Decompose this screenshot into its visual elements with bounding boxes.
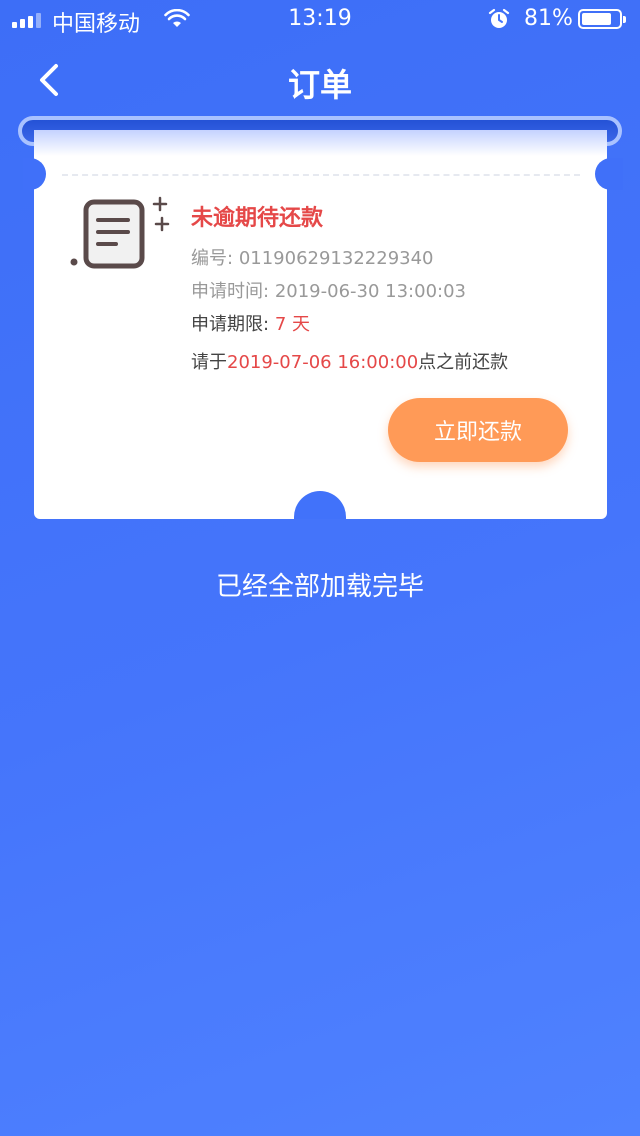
alarm-icon [488,8,510,28]
order-number-row: 编号: 01190629132229340 [191,244,434,270]
due-prefix: 请于 [191,352,227,373]
order-status: 未逾期待还款 [191,206,324,231]
due-suffix: 点之前还款 [418,352,509,373]
battery-icon [578,9,626,29]
order-card: 未逾期待还款 编号: 01190629132229340 申请时间: 2019-… [34,130,607,519]
due-datetime: 2019-07-06 16:00:00 [227,352,419,373]
term-value: 7 天 [274,314,310,335]
card-divider [62,174,580,176]
card-top-shadow [34,130,607,156]
term-label: 申请期限: [191,314,270,335]
apply-time-value: 2019-06-30 13:00:03 [274,281,466,302]
apply-time-row: 申请时间: 2019-06-30 13:00:03 [191,277,466,303]
battery-fill [582,13,612,25]
battery-percent: 81% [524,6,573,31]
status-bar: 中国移动 13:19 81% [0,0,640,40]
repay-now-button[interactable]: 立即还款 [388,398,568,462]
order-number-value: 01190629132229340 [238,248,434,269]
apply-time-label: 申请时间: [191,281,270,302]
order-number-label: 编号: [191,248,234,269]
all-loaded-text: 已经全部加载完毕 [215,572,424,602]
document-icon [70,196,170,269]
term-row: 申请期限: 7 天 [191,310,310,336]
ticket-notch-right [595,158,623,190]
page-title: 订单 [287,66,352,104]
due-row: 请于2019-07-06 16:00:00点之前还款 [191,348,508,374]
